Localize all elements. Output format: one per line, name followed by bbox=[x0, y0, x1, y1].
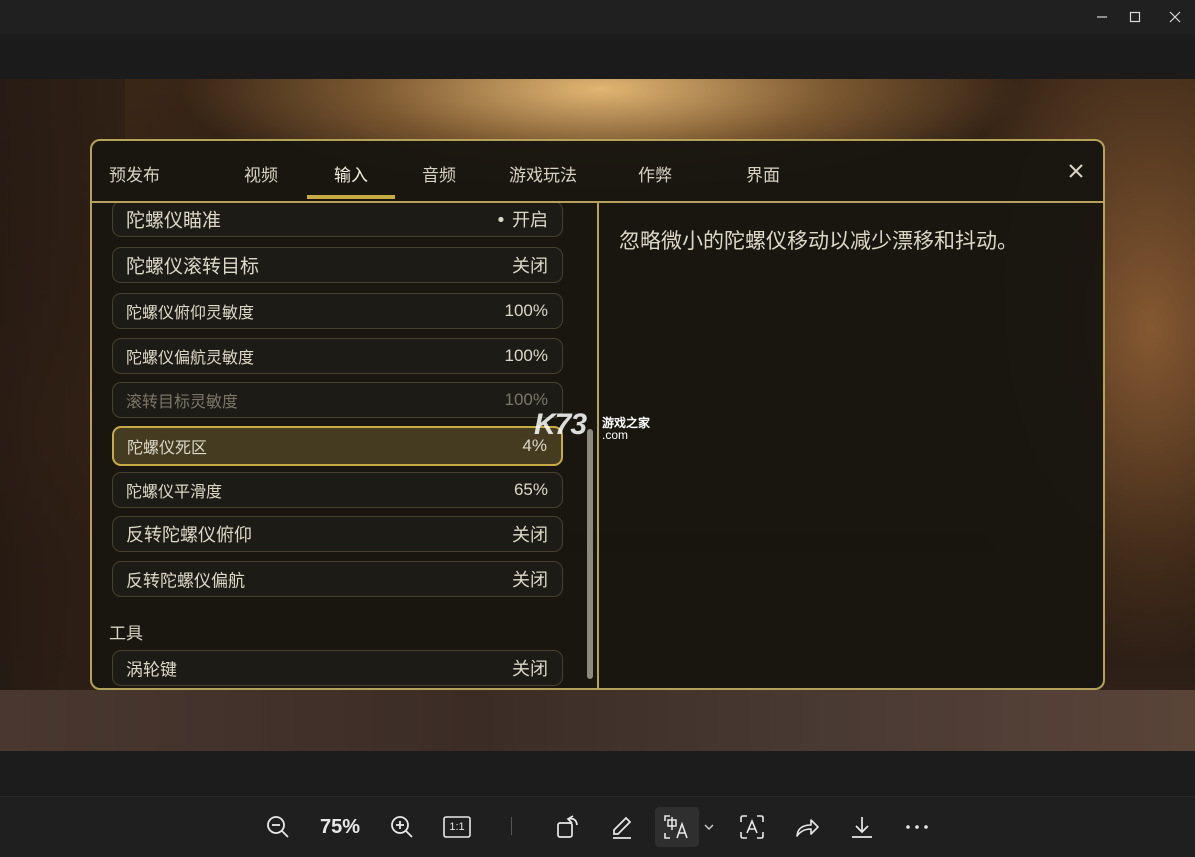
setting-label: 陀螺仪俯仰灵敏度 bbox=[126, 303, 255, 322]
setting-description: 忽略微小的陀螺仪移动以减少漂移和抖动。 bbox=[619, 229, 1018, 253]
setting-value: 关闭 bbox=[512, 659, 548, 680]
download-icon[interactable] bbox=[842, 807, 882, 847]
scrollbar-thumb[interactable] bbox=[587, 429, 593, 679]
share-icon[interactable] bbox=[787, 807, 827, 847]
settings-list[interactable]: 陀螺仪瞄准 • 开启 陀螺仪滚转目标 关闭 陀螺仪俯仰灵敏度 100% 陀螺仪偏… bbox=[92, 203, 599, 690]
setting-row-invert-gyro-yaw[interactable]: 反转陀螺仪偏航 关闭 bbox=[112, 561, 563, 597]
section-heading-tools: 工具 bbox=[109, 624, 143, 644]
more-icon[interactable] bbox=[897, 807, 937, 847]
close-icon[interactable] bbox=[1064, 159, 1088, 183]
setting-label: 陀螺仪瞄准 bbox=[126, 209, 222, 232]
setting-row-gyro-yaw-sensitivity[interactable]: 陀螺仪偏航灵敏度 100% bbox=[112, 338, 563, 374]
maximize-icon[interactable] bbox=[1115, 4, 1155, 30]
actual-size-icon[interactable]: 1:1 bbox=[437, 807, 477, 847]
setting-label: 反转陀螺仪俯仰 bbox=[126, 525, 252, 546]
scene-floor bbox=[0, 690, 1195, 751]
setting-value: 关闭 bbox=[512, 256, 548, 277]
visual-search-icon[interactable] bbox=[732, 807, 772, 847]
setting-label: 陀螺仪偏航灵敏度 bbox=[126, 348, 255, 367]
active-tab-indicator bbox=[307, 195, 395, 199]
setting-value: 关闭 bbox=[512, 570, 548, 591]
viewer-top-area bbox=[0, 34, 1195, 79]
tab-input[interactable]: 输入 bbox=[334, 161, 368, 186]
chevron-down-icon[interactable] bbox=[700, 807, 718, 847]
watermark-domain: .com bbox=[602, 428, 629, 442]
tab-prerelease[interactable]: 预发布 bbox=[109, 161, 160, 186]
setting-row-gyro-smoothing[interactable]: 陀螺仪平滑度 65% bbox=[112, 472, 563, 508]
watermark-brand: K73 bbox=[534, 408, 587, 441]
setting-value: 65% bbox=[513, 480, 548, 499]
tab-audio[interactable]: 音频 bbox=[422, 161, 456, 186]
setting-value: 100% bbox=[504, 301, 548, 320]
actual-size-label: 1:1 bbox=[449, 821, 465, 833]
title-bar bbox=[0, 0, 1195, 34]
setting-value: 100% bbox=[504, 346, 548, 365]
setting-row-invert-gyro-pitch[interactable]: 反转陀螺仪俯仰 关闭 bbox=[112, 516, 563, 552]
zoom-in-icon[interactable] bbox=[382, 807, 422, 847]
tab-video[interactable]: 视频 bbox=[244, 161, 278, 186]
setting-value: 100% bbox=[504, 390, 548, 409]
zoom-out-icon[interactable] bbox=[258, 807, 298, 847]
viewer-toolbar: 75% 1:1 bbox=[0, 796, 1195, 857]
setting-row-gyro-pitch-sensitivity[interactable]: 陀螺仪俯仰灵敏度 100% bbox=[112, 293, 563, 329]
setting-row-gyro-deadzone[interactable]: 陀螺仪死区 4% bbox=[112, 426, 563, 466]
setting-label: 滚转目标灵敏度 bbox=[126, 392, 239, 411]
setting-value: • 开启 bbox=[495, 210, 548, 231]
setting-label: 反转陀螺仪偏航 bbox=[126, 571, 245, 592]
close-icon[interactable] bbox=[1155, 4, 1195, 30]
setting-row-roll-target-sensitivity: 滚转目标灵敏度 100% bbox=[112, 382, 563, 418]
text-recognize-icon[interactable] bbox=[655, 807, 699, 847]
setting-label: 陀螺仪平滑度 bbox=[126, 482, 223, 501]
tab-gameplay[interactable]: 游戏玩法 bbox=[509, 161, 577, 186]
setting-label: 涡轮键 bbox=[126, 660, 177, 681]
rotate-icon[interactable] bbox=[548, 807, 588, 847]
tab-cheats[interactable]: 作弊 bbox=[638, 161, 672, 186]
setting-row-gyro-aim[interactable]: 陀螺仪瞄准 • 开启 bbox=[112, 203, 563, 237]
setting-value: 关闭 bbox=[512, 525, 548, 546]
setting-row-gyro-roll-target[interactable]: 陀螺仪滚转目标 关闭 bbox=[112, 247, 563, 283]
edit-icon[interactable] bbox=[602, 807, 642, 847]
settings-tabs: 预发布 视频 输入 音频 游戏玩法 作弊 界面 bbox=[92, 141, 1103, 203]
setting-label: 陀螺仪滚转目标 bbox=[126, 255, 260, 278]
setting-label: 陀螺仪死区 bbox=[127, 438, 208, 457]
description-pane: 忽略微小的陀螺仪移动以减少漂移和抖动。 bbox=[599, 203, 1103, 690]
watermark-logo: K73 游戏之家 .com bbox=[534, 408, 664, 448]
zoom-level[interactable]: 75% bbox=[312, 807, 368, 847]
toolbar-divider bbox=[511, 817, 512, 835]
tab-interface[interactable]: 界面 bbox=[746, 161, 780, 186]
setting-row-turbo-key[interactable]: 涡轮键 关闭 bbox=[112, 650, 563, 686]
